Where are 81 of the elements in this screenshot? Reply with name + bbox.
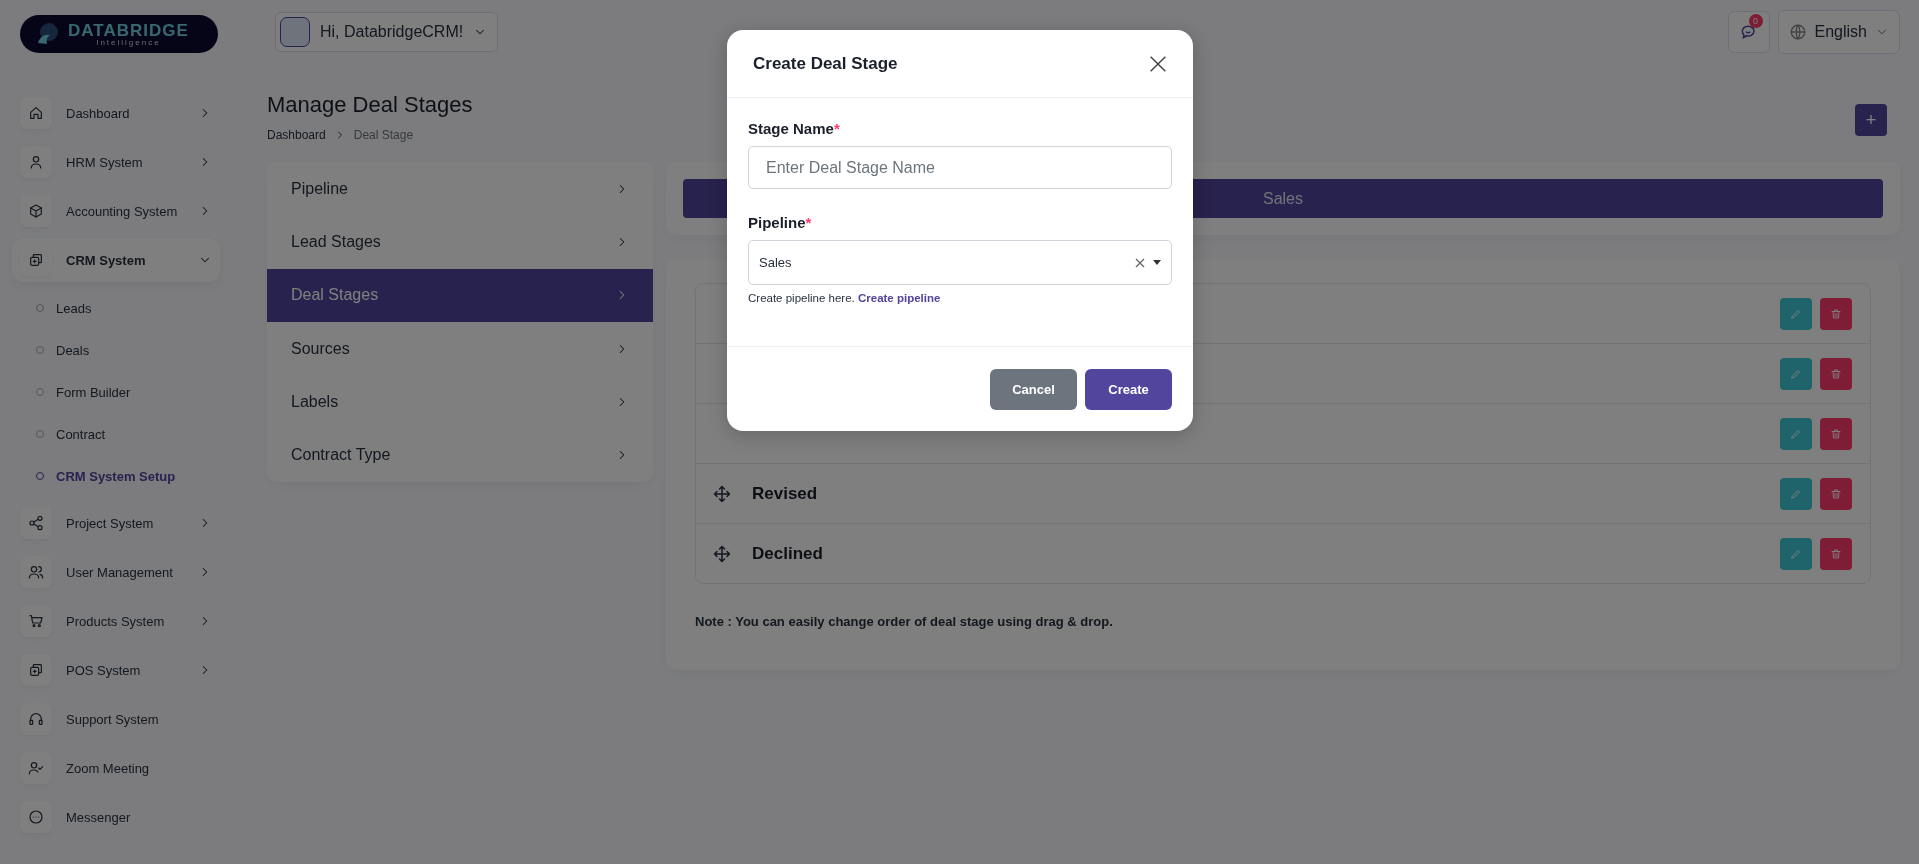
setup-menu-item[interactable]: Sources bbox=[267, 321, 653, 376]
create-pipeline-link[interactable]: Create pipeline bbox=[857, 292, 941, 304]
brand-tagline: Intelligence bbox=[96, 38, 161, 47]
trash-icon bbox=[1830, 487, 1842, 500]
dialog-title: Create Deal Stage bbox=[753, 53, 898, 74]
cart-icon bbox=[28, 613, 44, 629]
dropdown-caret-icon bbox=[1153, 260, 1161, 265]
setup-menu-item[interactable]: Labels bbox=[267, 375, 653, 429]
trash-icon bbox=[1830, 367, 1842, 380]
stage-name: Declined bbox=[752, 543, 824, 564]
home-icon bbox=[28, 105, 44, 121]
user-icon bbox=[28, 154, 44, 170]
share-icon bbox=[28, 515, 44, 531]
field-label: Stage Name* bbox=[748, 120, 841, 137]
move-icon bbox=[712, 483, 732, 504]
user-check-icon bbox=[28, 760, 44, 776]
sidebar-subitem[interactable]: Form Builder bbox=[20, 371, 250, 413]
brand-logo[interactable]: DATABRIDGE Intelligence bbox=[20, 15, 218, 53]
edit-button[interactable] bbox=[1780, 357, 1812, 390]
setup-menu-item[interactable]: Lead Stages bbox=[267, 215, 653, 269]
chat-icon bbox=[28, 809, 44, 825]
delete-button[interactable] bbox=[1820, 537, 1852, 570]
delete-button[interactable] bbox=[1820, 357, 1852, 390]
create-button[interactable]: Create bbox=[1085, 369, 1172, 410]
sidebar-item[interactable]: Zoom Meeting bbox=[20, 746, 220, 790]
sidebar-subitem[interactable]: Leads bbox=[20, 287, 250, 329]
sidebar-item[interactable]: Products System bbox=[20, 599, 220, 643]
pipeline-select[interactable]: Sales bbox=[748, 240, 1172, 285]
copy-plus-icon bbox=[28, 252, 44, 268]
box-icon bbox=[28, 203, 44, 219]
sidebar-item[interactable]: Accounting System bbox=[20, 189, 220, 233]
edit-button[interactable] bbox=[1780, 297, 1812, 330]
pencil-icon bbox=[1790, 547, 1802, 560]
edit-button[interactable] bbox=[1780, 417, 1812, 450]
pencil-icon bbox=[1790, 307, 1802, 320]
sidebar-item[interactable]: User Management bbox=[20, 550, 220, 594]
avatar bbox=[280, 17, 310, 47]
setup-menu-item[interactable]: Contract Type bbox=[267, 428, 653, 482]
sidebar-item[interactable]: Messenger bbox=[20, 795, 220, 839]
sidebar-item[interactable]: HRM System bbox=[20, 140, 220, 184]
setup-menu-item[interactable]: Deal Stages bbox=[267, 268, 653, 322]
users-icon bbox=[28, 564, 44, 580]
sidebar-item[interactable]: POS System bbox=[20, 648, 220, 692]
setup-menu-item[interactable]: Pipeline bbox=[267, 162, 653, 216]
page-title: Manage Deal Stages bbox=[267, 92, 473, 118]
note-text: Note : You can easily change order of deal stage using drag & drop. bbox=[695, 614, 1114, 629]
stage-name: Revised bbox=[752, 483, 819, 504]
edit-button[interactable] bbox=[1780, 477, 1812, 510]
stage-name-field[interactable]: Enter Deal Stage Name bbox=[748, 146, 1172, 189]
pencil-icon bbox=[1790, 367, 1802, 380]
messages-button[interactable]: 0 bbox=[1727, 11, 1770, 53]
cancel-button[interactable]: Cancel bbox=[990, 369, 1077, 410]
move-icon bbox=[712, 543, 732, 564]
globe-icon bbox=[1788, 23, 1807, 41]
pencil-icon bbox=[1790, 427, 1802, 440]
sidebar-item[interactable]: Project System bbox=[20, 501, 220, 545]
edit-button[interactable] bbox=[1780, 537, 1812, 570]
breadcrumb-item[interactable]: Dashboard bbox=[267, 128, 326, 142]
clear-icon[interactable] bbox=[1135, 257, 1145, 268]
sidebar-item[interactable]: Dashboard bbox=[20, 91, 220, 135]
brand-name: DATABRIDGE bbox=[68, 21, 189, 39]
sidebar-subitem[interactable]: Deals bbox=[20, 329, 250, 371]
headphones-icon bbox=[28, 711, 44, 727]
notification-count: 0 bbox=[1748, 14, 1763, 28]
trash-icon bbox=[1830, 307, 1842, 320]
pencil-icon bbox=[1790, 487, 1802, 500]
help-text: Create pipeline here. Create pipeline bbox=[748, 292, 942, 304]
sidebar-subitem[interactable]: CRM System Setup bbox=[20, 455, 250, 497]
delete-button[interactable] bbox=[1820, 417, 1852, 450]
breadcrumb-item: Deal Stage bbox=[353, 128, 414, 142]
language-selector[interactable]: English bbox=[1777, 10, 1900, 54]
trash-icon bbox=[1830, 547, 1842, 560]
add-button[interactable]: + bbox=[1855, 104, 1887, 136]
delete-button[interactable] bbox=[1820, 477, 1852, 510]
trash-icon bbox=[1830, 427, 1842, 440]
sidebar-item[interactable]: Support System bbox=[20, 697, 220, 741]
copy-plus-icon bbox=[28, 662, 44, 678]
user-menu[interactable]: Hi, DatabridgeCRM! bbox=[275, 12, 499, 52]
sidebar-item[interactable]: CRM System bbox=[12, 238, 220, 282]
sidebar-subitem[interactable]: Contract bbox=[20, 413, 250, 455]
delete-button[interactable] bbox=[1820, 297, 1852, 330]
